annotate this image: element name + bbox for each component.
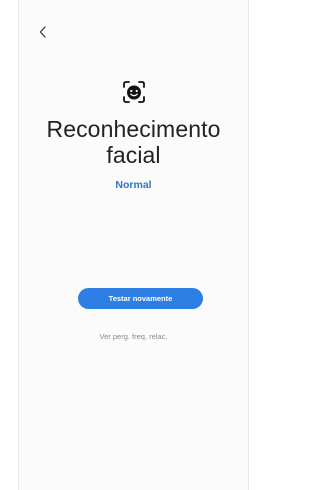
chevron-left-icon	[39, 26, 46, 38]
app-screen: Reconhecimento facial Normal Testar nova…	[18, 0, 249, 490]
status-label: Normal	[115, 179, 152, 191]
face-scan-icon	[122, 81, 145, 103]
back-button[interactable]	[34, 21, 52, 43]
page-title: Reconhecimento facial	[46, 116, 221, 168]
face-icon-container	[19, 80, 248, 104]
retest-button[interactable]: Testar novamente	[78, 288, 203, 309]
faq-link[interactable]: Ver perg. freq. relac.	[19, 332, 248, 341]
